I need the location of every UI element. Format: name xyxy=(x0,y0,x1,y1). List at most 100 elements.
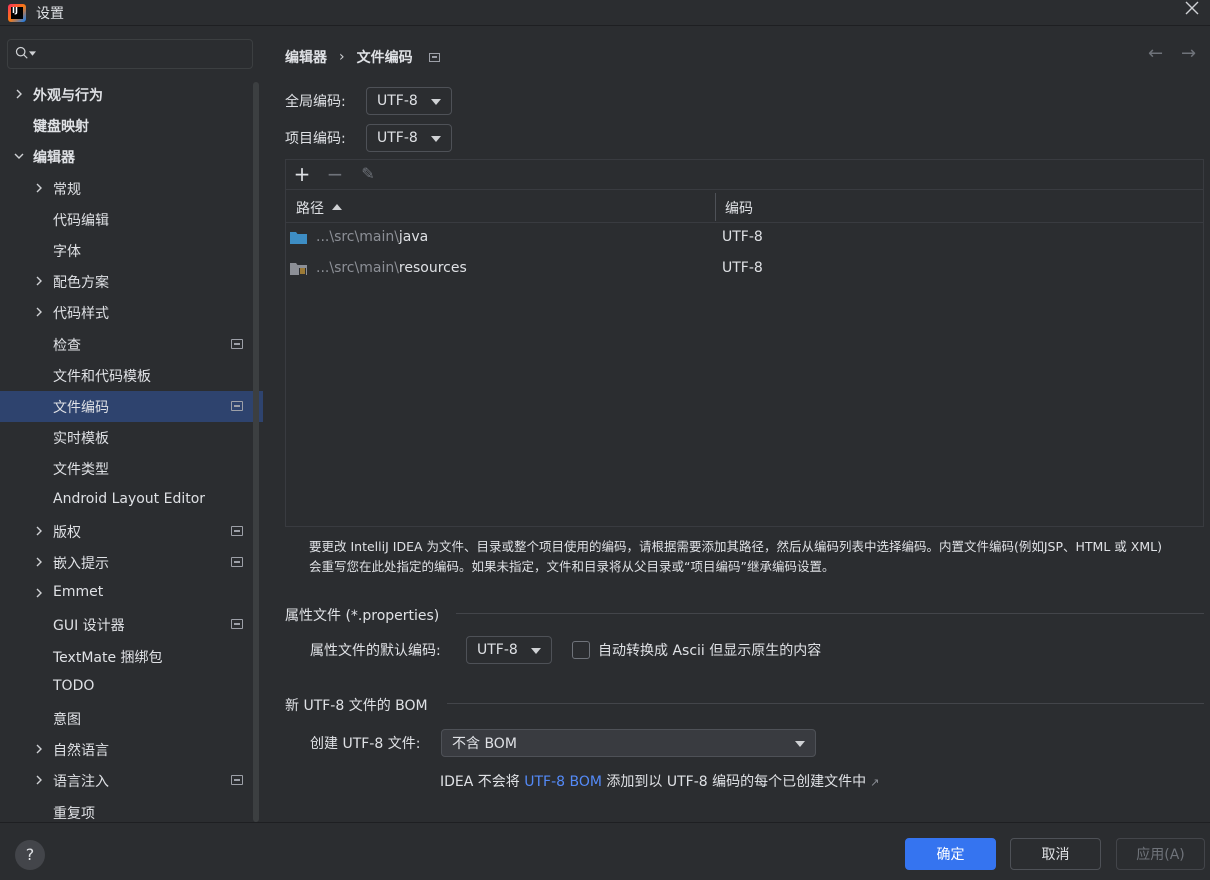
window-title: 设置 xyxy=(36,5,64,22)
bom-create-select[interactable]: 不含 BOM xyxy=(441,729,816,757)
help-button[interactable]: ? xyxy=(15,840,45,870)
sidebar-item-label: 编辑器 xyxy=(33,150,75,166)
native-to-ascii-checkbox[interactable] xyxy=(572,641,590,659)
project-encoding-select[interactable]: UTF-8 xyxy=(366,124,452,152)
breadcrumb: 编辑器 › 文件编码 xyxy=(285,47,440,67)
sidebar-item[interactable]: 配色方案 xyxy=(0,266,263,297)
sidebar-item[interactable]: 文件编码 xyxy=(0,391,263,422)
add-icon[interactable]: + xyxy=(291,163,313,185)
chevron-right-icon[interactable] xyxy=(33,587,45,599)
sidebar-item-label: 意图 xyxy=(53,712,81,728)
sidebar-item[interactable]: TODO xyxy=(0,672,263,703)
sidebar-item[interactable]: 键盘映射 xyxy=(0,110,263,141)
properties-encoding-label: 属性文件的默认编码: xyxy=(310,643,441,659)
table-toolbar: + − ✎ xyxy=(286,160,1203,190)
sidebar-item[interactable]: 嵌入提示 xyxy=(0,547,263,578)
utf8-bom-link[interactable]: UTF-8 BOM xyxy=(524,774,602,790)
sidebar-item[interactable]: 编辑器 xyxy=(0,141,263,172)
search-options-chevron-icon xyxy=(29,51,36,56)
sidebar-item[interactable]: 语言注入 xyxy=(0,765,263,796)
encoding-cell: UTF-8 xyxy=(722,260,763,276)
global-encoding-label: 全局编码: xyxy=(285,94,346,110)
bom-note-text-end: 添加到以 UTF-8 编码的每个已创建文件中 xyxy=(601,774,867,790)
global-encoding-row: 全局编码: UTF-8 xyxy=(285,87,452,115)
column-header-encoding[interactable]: 编码 xyxy=(725,198,753,218)
project-encoding-row: 项目编码: UTF-8 xyxy=(285,124,452,152)
sidebar-scrollbar[interactable] xyxy=(253,82,259,822)
sidebar-item-label: Android Layout Editor xyxy=(53,491,206,507)
chevron-right-icon[interactable] xyxy=(33,774,45,786)
chevron-right-icon[interactable] xyxy=(33,306,45,318)
remove-icon[interactable]: − xyxy=(324,163,346,185)
sidebar-item-label: 代码编辑 xyxy=(53,213,109,229)
table-row[interactable]: ...\src\main\java UTF-8 xyxy=(286,223,1203,254)
forward-arrow-icon[interactable]: → xyxy=(1181,43,1196,64)
chevron-right-icon[interactable] xyxy=(33,182,45,194)
sidebar-item-label: 版权 xyxy=(53,525,81,541)
sidebar-item[interactable]: 文件和代码模板 xyxy=(0,360,263,391)
sidebar-item-label: 自然语言 xyxy=(53,743,109,759)
properties-encoding-value: UTF-8 xyxy=(477,642,518,658)
project-settings-icon xyxy=(231,775,243,785)
column-header-path[interactable]: 路径 xyxy=(296,198,342,218)
section-divider xyxy=(456,613,1204,614)
sidebar-item[interactable]: 外观与行为 xyxy=(0,79,263,110)
encoding-help-text: 要更改 IntelliJ IDEA 为文件、目录或整个项目使用的编码，请根据需要… xyxy=(309,537,1204,577)
sidebar-item[interactable]: Android Layout Editor xyxy=(0,485,263,516)
sidebar-item[interactable]: 字体 xyxy=(0,235,263,266)
sidebar-item[interactable]: 代码样式 xyxy=(0,297,263,328)
chevron-down-icon[interactable] xyxy=(13,150,25,162)
sidebar-item[interactable]: 自然语言 xyxy=(0,734,263,765)
breadcrumb-parent[interactable]: 编辑器 xyxy=(285,47,327,67)
global-encoding-select[interactable]: UTF-8 xyxy=(366,87,452,115)
sidebar-item[interactable]: TextMate 捆绑包 xyxy=(0,641,263,672)
path-cell: ...\src\main\resources xyxy=(316,260,467,276)
path-cell: ...\src\main\java xyxy=(316,229,429,245)
sidebar-item-label: 键盘映射 xyxy=(33,119,89,135)
chevron-right-icon[interactable] xyxy=(33,743,45,755)
external-link-icon: ↗ xyxy=(870,776,880,789)
settings-search-input[interactable] xyxy=(7,39,253,69)
project-settings-icon xyxy=(231,619,243,629)
sidebar-item-label: 字体 xyxy=(53,244,81,260)
dialog-button-bar: ? 确定 取消 应用(A) xyxy=(0,822,1210,880)
back-arrow-icon[interactable]: ← xyxy=(1148,43,1163,64)
close-icon[interactable] xyxy=(1182,0,1202,20)
chevron-right-icon[interactable] xyxy=(33,275,45,287)
sidebar-item-label: 语言注入 xyxy=(53,774,109,790)
sidebar-item-label: Emmet xyxy=(53,584,104,600)
edit-icon[interactable]: ✎ xyxy=(357,163,379,185)
cancel-button[interactable]: 取消 xyxy=(1010,838,1101,870)
sidebar-item[interactable]: 版权 xyxy=(0,516,263,547)
sidebar-item[interactable]: 实时模板 xyxy=(0,422,263,453)
sidebar-item-label: 常规 xyxy=(53,182,81,198)
native-to-ascii-label[interactable]: 自动转换成 Ascii 但显示原生的内容 xyxy=(598,640,821,660)
project-settings-icon xyxy=(231,526,243,536)
intellij-logo-icon: IJ xyxy=(8,3,26,22)
source-folder-icon xyxy=(290,232,307,244)
chevron-down-icon xyxy=(795,741,805,747)
ok-button[interactable]: 确定 xyxy=(905,838,996,870)
properties-encoding-select[interactable]: UTF-8 xyxy=(466,636,552,664)
sidebar-item[interactable]: Emmet xyxy=(0,578,263,609)
sidebar-item[interactable]: 文件类型 xyxy=(0,453,263,484)
sidebar-item-label: 实时模板 xyxy=(53,431,109,447)
sidebar-item-label: 检查 xyxy=(53,338,81,354)
chevron-right-icon[interactable] xyxy=(33,525,45,537)
chevron-down-icon xyxy=(431,99,441,105)
chevron-right-icon[interactable] xyxy=(13,88,25,100)
column-divider[interactable] xyxy=(715,193,716,221)
global-encoding-value: UTF-8 xyxy=(377,93,418,109)
sort-ascending-icon xyxy=(332,204,342,210)
sidebar-item[interactable]: GUI 设计器 xyxy=(0,609,263,640)
apply-button[interactable]: 应用(A) xyxy=(1116,838,1205,870)
sidebar-item-label: 外观与行为 xyxy=(33,88,103,104)
sidebar-item[interactable]: 意图 xyxy=(0,703,263,734)
breadcrumb-current: 文件编码 xyxy=(356,50,413,66)
sidebar-item[interactable]: 代码编辑 xyxy=(0,204,263,235)
table-row[interactable]: ...\src\main\resources UTF-8 xyxy=(286,254,1203,285)
chevron-down-icon xyxy=(531,648,541,654)
sidebar-item[interactable]: 常规 xyxy=(0,173,263,204)
chevron-right-icon[interactable] xyxy=(33,556,45,568)
sidebar-item[interactable]: 检查 xyxy=(0,329,263,360)
